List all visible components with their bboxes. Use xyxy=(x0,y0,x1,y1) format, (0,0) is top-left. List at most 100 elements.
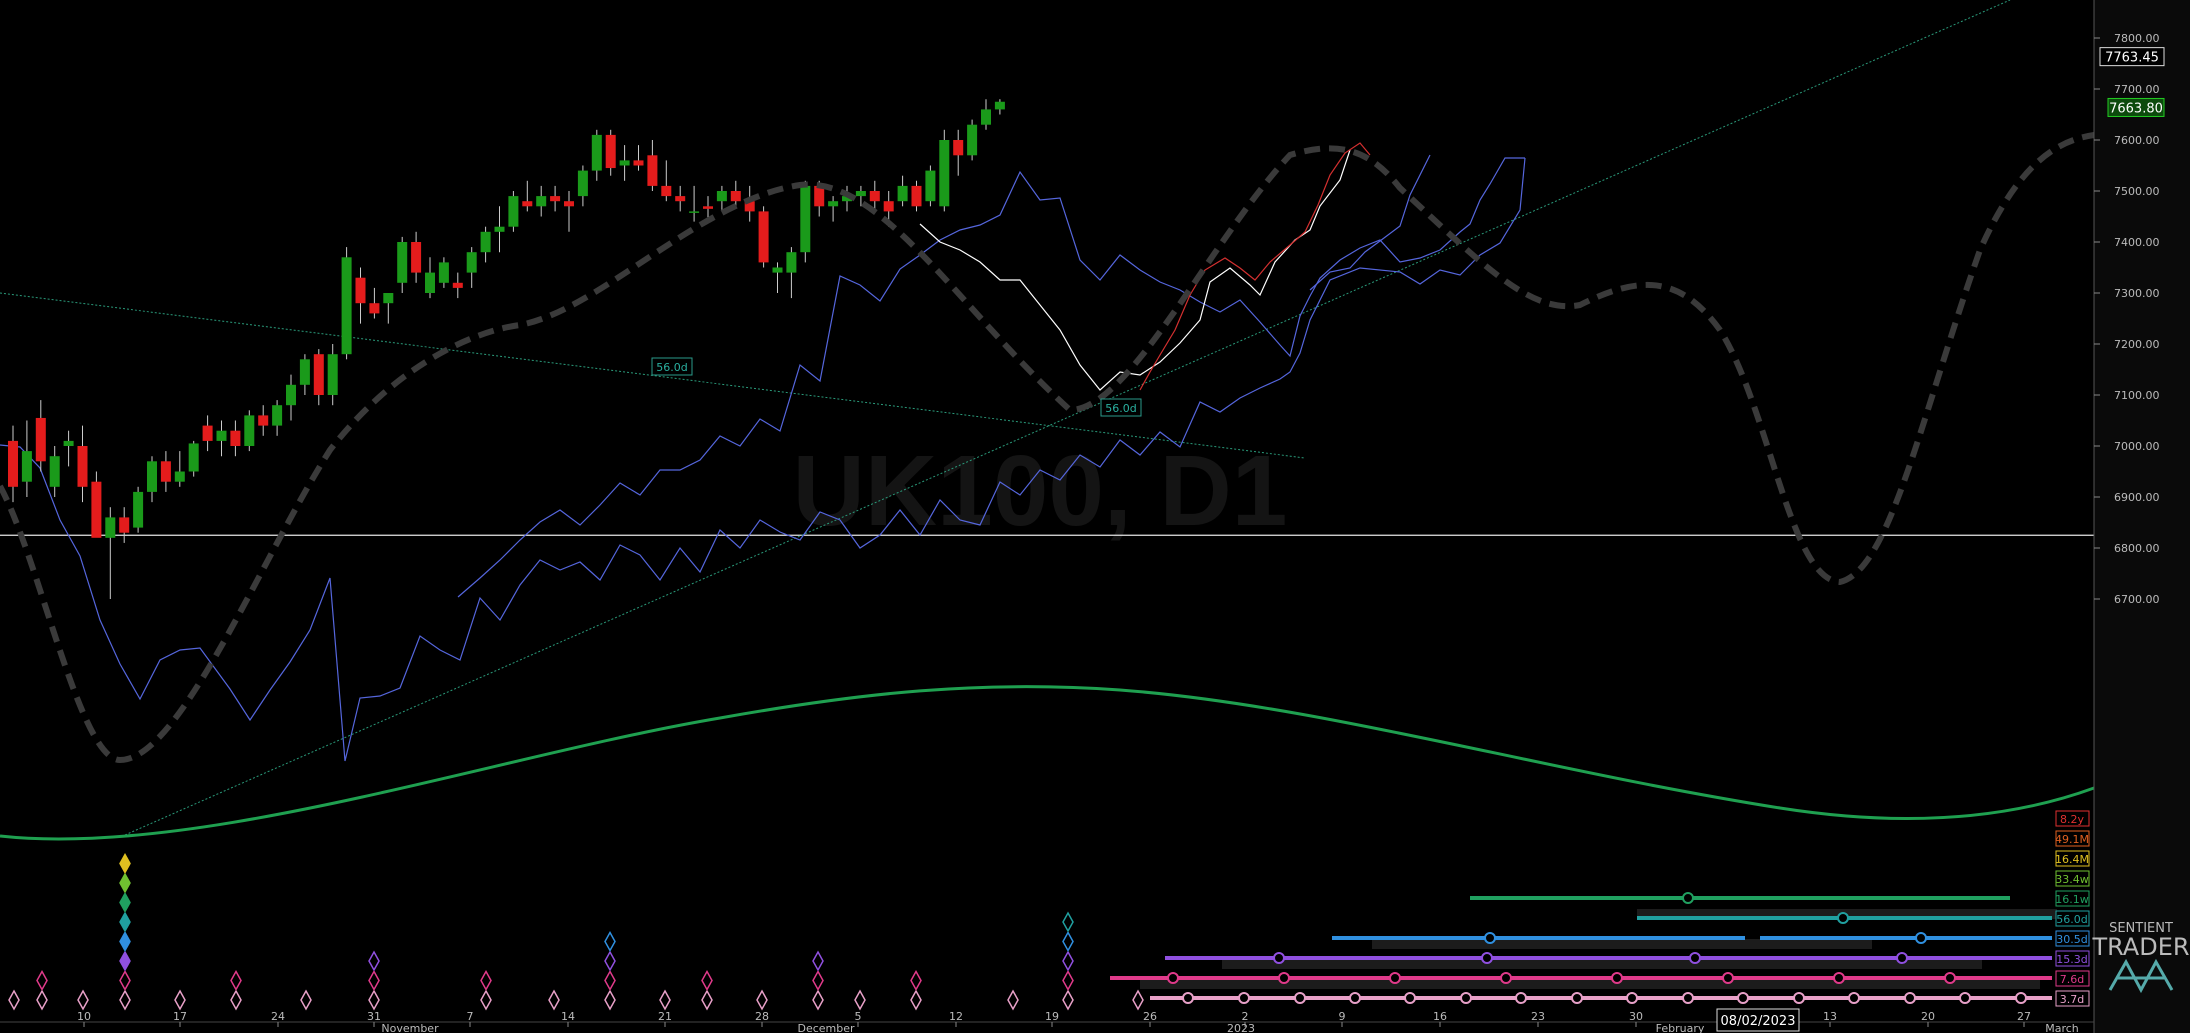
candle-body xyxy=(369,303,380,314)
price-label-last: 7663.80 xyxy=(2107,97,2165,117)
candle-body xyxy=(286,384,296,406)
candle-body xyxy=(577,170,588,197)
cycle-period-label: 33.4w xyxy=(2055,873,2089,886)
date-tick-label: 7 xyxy=(467,1010,474,1023)
candle-body xyxy=(397,242,408,283)
price-tick-label: 7700.00 xyxy=(2114,83,2160,96)
price-tick-label: 7100.00 xyxy=(2114,389,2160,402)
cycle-bar-trough xyxy=(1278,972,1290,984)
candle-body xyxy=(994,101,1005,110)
candle-body xyxy=(605,134,616,169)
cycle-period-label: 3.7d xyxy=(2060,993,2084,1006)
cycle-bar-trough xyxy=(1737,992,1749,1004)
candle xyxy=(341,247,352,360)
date-tick-label: 9 xyxy=(1339,1010,1346,1023)
cycle-bar-shade xyxy=(1140,979,2040,989)
candle-body xyxy=(216,430,227,441)
cycle-bar-trough xyxy=(1571,992,1583,1004)
price-tick-label: 7800.00 xyxy=(2114,32,2160,45)
candle-body xyxy=(35,417,46,462)
cycle-period-box: 49.1M xyxy=(2055,830,2090,847)
candle-body xyxy=(564,201,574,207)
instrument-watermark: UK100, D1 xyxy=(793,435,1288,547)
candle-body xyxy=(105,517,116,538)
candle-body xyxy=(647,155,658,186)
cycle-bar-trough xyxy=(1793,992,1805,1004)
cycle-period-box: 15.3d xyxy=(2055,950,2090,967)
candle xyxy=(508,191,519,232)
candle-body xyxy=(480,231,491,253)
cycle-period-label: 30.5d xyxy=(2056,933,2087,946)
candle-body xyxy=(716,191,727,202)
chart: UK100, D1 56.0d 56.0d 7800.00 7700.00 7600.… xyxy=(0,0,2190,1033)
cycle-bar-trough xyxy=(1481,952,1493,964)
candle xyxy=(800,180,811,263)
cycle-period-box: 8.2y xyxy=(2055,810,2090,827)
price-axis[interactable]: 7800.00 7700.00 7600.00 7500.00 7400.00 7300.… xyxy=(2093,0,2190,1033)
candle-body xyxy=(21,451,32,482)
candle xyxy=(758,206,769,268)
candle-body xyxy=(383,293,394,304)
candle-body xyxy=(438,262,449,283)
candle-body xyxy=(91,481,102,538)
candle-body xyxy=(77,446,88,487)
cycle-period-box: 30.5d xyxy=(2055,930,2090,947)
cycle-period-box: 56.0d xyxy=(2055,910,2090,927)
candle-body xyxy=(230,430,241,446)
cycle-bar-trough xyxy=(1915,932,1927,944)
month-tick-label: 2023 xyxy=(1227,1022,1255,1033)
cycle-bar-trough xyxy=(1682,992,1694,1004)
candle-body xyxy=(188,443,199,472)
candle-body xyxy=(883,201,894,212)
candle-body xyxy=(689,211,700,213)
candle-body xyxy=(967,124,978,156)
candle xyxy=(133,486,144,533)
price-label-high: 7763.45 xyxy=(2105,51,2159,66)
price-tick-label: 6900.00 xyxy=(2114,491,2160,504)
candle-body xyxy=(174,471,185,482)
candle-body xyxy=(411,242,422,273)
date-tick-label: 14 xyxy=(561,1010,575,1023)
month-tick-label: February xyxy=(1656,1022,1705,1033)
candle-body xyxy=(925,170,936,202)
cycle-bar-trough xyxy=(1848,992,1860,1004)
month-tick-label: November xyxy=(381,1022,439,1033)
cycle-bar-trough xyxy=(1273,952,1285,964)
cycle-bar-trough xyxy=(1722,972,1734,984)
cycle-period-label: 7.6d xyxy=(2060,973,2084,986)
candle-body xyxy=(508,196,519,227)
candle-body xyxy=(536,196,547,207)
candle-body xyxy=(855,191,866,197)
candle-body xyxy=(258,415,269,426)
cycle-period-label: 8.2y xyxy=(2060,813,2084,826)
price-tick-label: 6700.00 xyxy=(2114,593,2160,606)
candle-body xyxy=(953,140,964,156)
cycle-bar-trough xyxy=(1837,912,1849,924)
date-tick-label: 24 xyxy=(271,1010,285,1023)
candle-body xyxy=(244,415,255,446)
candle-body xyxy=(619,160,630,166)
candle-body xyxy=(772,267,783,273)
cycle-bar-trough xyxy=(1959,992,1971,1004)
cycle-period-label: 56.0d xyxy=(2056,913,2087,926)
price-tick-label: 6800.00 xyxy=(2114,542,2160,555)
cycle-period-label: 16.4M xyxy=(2055,853,2089,866)
candle-body xyxy=(160,461,171,482)
cycle-bar-trough xyxy=(1404,992,1416,1004)
cycle-bar-trough xyxy=(1389,972,1401,984)
date-tick-label: 20 xyxy=(1921,1010,1935,1023)
cursor-date: 08/02/2023 xyxy=(1721,1014,1796,1029)
candle-body xyxy=(355,277,366,304)
price-tick-label: 7000.00 xyxy=(2114,440,2160,453)
date-tick-label: 28 xyxy=(755,1010,769,1023)
candle-body xyxy=(758,211,769,263)
date-tick-label: 5 xyxy=(855,1010,862,1023)
date-tick-label: 26 xyxy=(1143,1010,1157,1023)
candle-body xyxy=(119,517,130,533)
candle-body xyxy=(786,252,797,273)
cycle-period-box: 7.6d xyxy=(2055,970,2090,987)
cycle-bar-trough xyxy=(1611,972,1623,984)
candle-body xyxy=(341,257,352,355)
cycle-bar-trough xyxy=(1515,992,1527,1004)
month-tick-label: March xyxy=(2045,1022,2079,1033)
